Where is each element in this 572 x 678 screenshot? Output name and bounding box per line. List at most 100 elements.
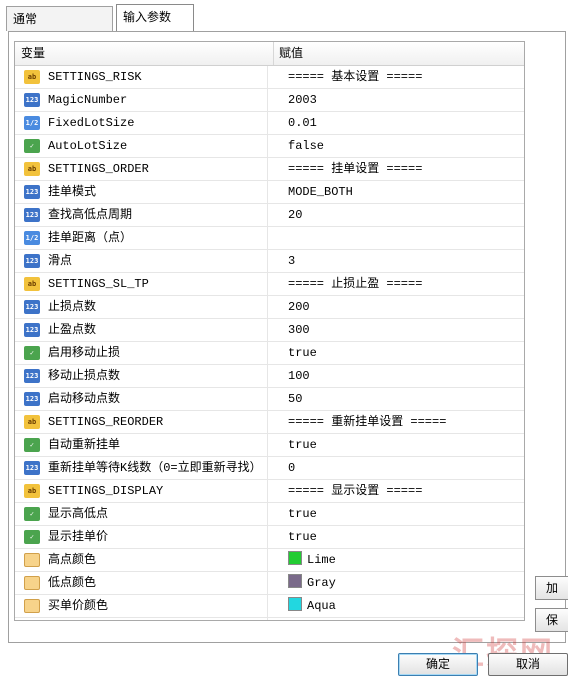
param-value[interactable]: Lime [288, 549, 336, 571]
param-value[interactable]: false [288, 135, 324, 157]
integer-param-icon: 123 [24, 93, 40, 107]
param-row[interactable]: ✓ 显示挂单价 true [15, 526, 524, 549]
param-row[interactable]: ✓ AutoLotSize false [15, 135, 524, 158]
header-variable[interactable]: 变量 [15, 42, 274, 65]
header-value[interactable]: 赋值 [273, 42, 519, 65]
param-value[interactable]: ===== 基本设置 ===== [288, 66, 422, 88]
param-name: 止损点数 [48, 300, 97, 314]
tab-common[interactable]: 通常 [6, 6, 113, 31]
param-name: 挂单模式 [48, 185, 97, 199]
boolean-param-icon: ✓ [24, 507, 40, 521]
param-value-text: 0.01 [288, 116, 317, 130]
param-value[interactable]: 20 [288, 204, 302, 226]
param-row[interactable]: 低点颜色 Gray [15, 572, 524, 595]
param-value[interactable]: ===== 挂单设置 ===== [288, 158, 422, 180]
param-value[interactable]: ===== 显示设置 ===== [288, 480, 422, 502]
column-divider [267, 181, 268, 203]
param-value[interactable]: true [288, 342, 317, 364]
param-row[interactable]: 买单价颜色 Aqua [15, 595, 524, 618]
param-value[interactable]: Gray [288, 572, 336, 594]
param-value[interactable]: 3 [288, 250, 295, 272]
param-name: 卖单价颜色 [48, 618, 108, 620]
param-value-text: true [288, 530, 317, 544]
param-name: MagicNumber [48, 93, 128, 107]
column-divider [267, 66, 268, 88]
param-value-text: ===== 显示设置 ===== [288, 484, 423, 498]
column-divider [267, 319, 268, 341]
ok-button[interactable]: 确定 [398, 653, 478, 676]
param-value-text: ===== 基本设置 ===== [288, 70, 423, 84]
param-name: 显示高低点 [48, 507, 109, 521]
param-row[interactable]: 1/2 FixedLotSize 0.01 [15, 112, 524, 135]
column-divider [267, 273, 268, 295]
param-value[interactable]: ===== 止损止盈 ===== [288, 273, 422, 295]
param-name: 查找高低点周期 [48, 208, 133, 222]
param-row[interactable]: 1/2 挂单距离（点） [15, 227, 524, 250]
double-param-icon: 1/2 [24, 116, 40, 130]
param-value[interactable]: true [288, 526, 317, 548]
param-name: SETTINGS_ORDER [48, 162, 149, 176]
param-row[interactable]: ✓ 自动重新挂单 true [15, 434, 524, 457]
param-row[interactable]: ab SETTINGS_RISK ===== 基本设置 ===== [15, 66, 524, 89]
param-value[interactable]: true [288, 434, 317, 456]
param-row[interactable]: ✓ 显示高低点 true [15, 503, 524, 526]
param-row[interactable]: 123 滑点 3 [15, 250, 524, 273]
param-row[interactable]: 高点颜色 Lime [15, 549, 524, 572]
tab-inputs[interactable]: 输入参数 [116, 4, 194, 31]
column-divider [267, 595, 268, 617]
param-row[interactable]: ab SETTINGS_DISPLAY ===== 显示设置 ===== [15, 480, 524, 503]
param-value[interactable]: 0 [288, 457, 295, 479]
param-value[interactable]: MODE_BOTH [288, 181, 353, 203]
param-name: 启用移动止损 [48, 346, 121, 360]
param-value[interactable]: Orange [288, 618, 350, 620]
param-value-text: true [288, 507, 317, 521]
param-row[interactable]: 123 重新挂单等待K线数（0=立即重新寻找） 0 [15, 457, 524, 480]
param-value[interactable]: 0.01 [288, 112, 317, 134]
param-name: 止盈点数 [48, 323, 97, 337]
param-row[interactable]: ab SETTINGS_SL_TP ===== 止损止盈 ===== [15, 273, 524, 296]
integer-param-icon: 123 [24, 185, 40, 199]
param-name: FixedLotSize [48, 116, 135, 130]
string-param-icon: ab [24, 162, 40, 176]
param-value[interactable]: 200 [288, 296, 310, 318]
column-divider [267, 250, 268, 272]
inputs-grid: 变量 赋值 ab SETTINGS_RISK ===== 基本设置 ===== 123… [14, 41, 525, 621]
param-name: 启动移动点数 [48, 392, 121, 406]
param-value[interactable]: ===== 重新挂单设置 ===== [288, 411, 446, 433]
param-name: 显示挂单价 [48, 530, 109, 544]
param-value-text: 200 [288, 300, 310, 314]
param-row[interactable]: 123 挂单模式 MODE_BOTH [15, 181, 524, 204]
param-row[interactable]: ✓ 启用移动止损 true [15, 342, 524, 365]
load-button[interactable]: 加 [535, 576, 568, 600]
param-row[interactable]: ab SETTINGS_REORDER ===== 重新挂单设置 ===== [15, 411, 524, 434]
color-swatch [288, 551, 302, 565]
param-value[interactable]: Aqua [288, 595, 336, 617]
boolean-param-icon: ✓ [24, 438, 40, 452]
param-row[interactable]: 123 止损点数 200 [15, 296, 524, 319]
param-row[interactable]: 123 查找高低点周期 20 [15, 204, 524, 227]
column-divider [267, 296, 268, 318]
param-value-text: false [288, 139, 325, 153]
param-value-text: true [288, 438, 317, 452]
param-row[interactable]: 123 移动止损点数 100 [15, 365, 524, 388]
param-row[interactable]: ab SETTINGS_ORDER ===== 挂单设置 ===== [15, 158, 524, 181]
param-row[interactable]: 123 启动移动点数 50 [15, 388, 524, 411]
param-value-text: 2003 [288, 93, 317, 107]
column-divider [267, 411, 268, 433]
param-value[interactable]: 300 [288, 319, 310, 341]
column-divider [267, 158, 268, 180]
param-value-text: 300 [288, 323, 310, 337]
integer-param-icon: 123 [24, 392, 40, 406]
param-row[interactable]: 123 MagicNumber 2003 [15, 89, 524, 112]
param-row[interactable]: 123 止盈点数 300 [15, 319, 524, 342]
param-row[interactable]: 卖单价颜色 Orange [15, 618, 524, 620]
grid-rows: ab SETTINGS_RISK ===== 基本设置 ===== 123 MagicN… [15, 66, 524, 620]
param-value-text: 100 [288, 369, 310, 383]
param-value[interactable]: true [288, 503, 317, 525]
column-divider [267, 227, 268, 249]
param-value[interactable]: 50 [288, 388, 302, 410]
param-value[interactable]: 100 [288, 365, 310, 387]
double-param-icon: 1/2 [24, 231, 40, 245]
cancel-button[interactable]: 取消 [488, 653, 568, 676]
param-value[interactable]: 2003 [288, 89, 317, 111]
